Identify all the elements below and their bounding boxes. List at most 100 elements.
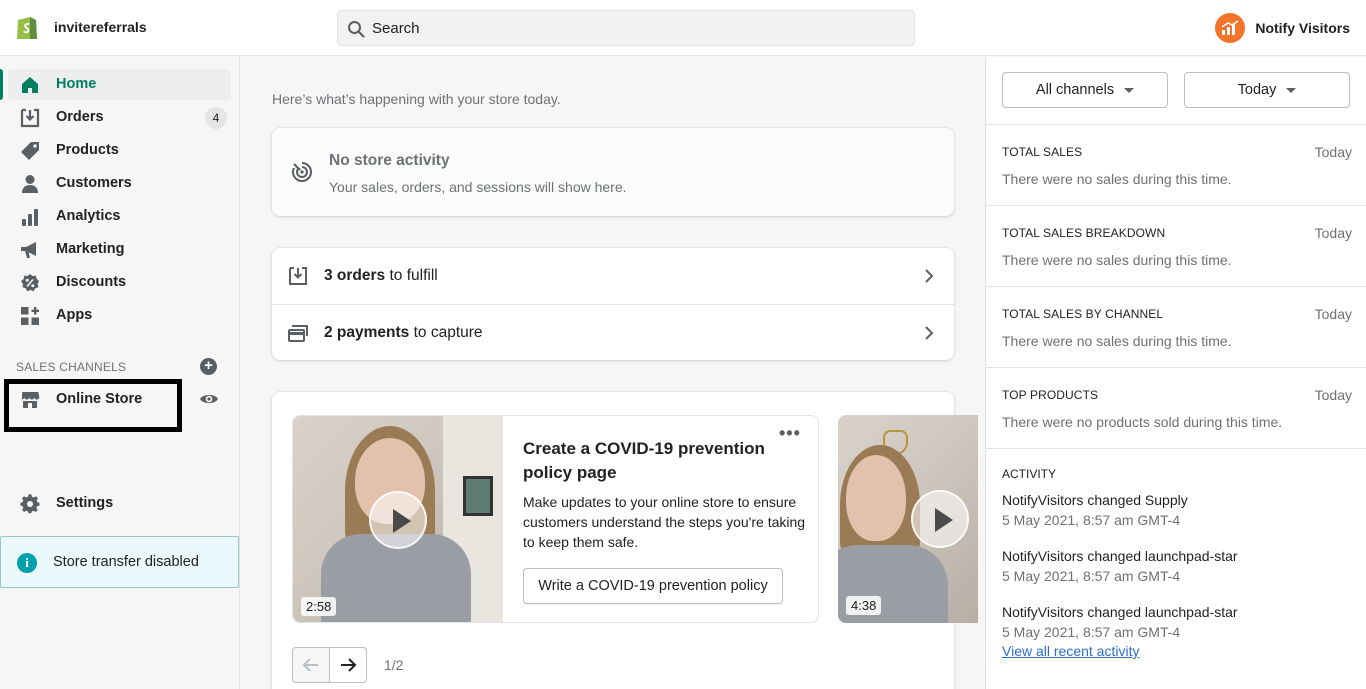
sidebar-item-label: Marketing [56,241,125,257]
stat-total-sales-by-channel[interactable]: TOTAL SALES BY CHANNEL Today There were … [986,286,1366,367]
sidebar-item-marketing[interactable]: Marketing [8,234,231,265]
caret-down-icon [1286,87,1297,93]
previous-slide-button[interactable] [292,647,330,683]
no-activity-subtitle: Your sales, orders, and sessions will sh… [329,179,627,195]
apps-icon [21,307,39,325]
activity-item: NotifyVisitors changed launchpad-star 5 … [1002,546,1238,586]
stat-title: TOTAL SALES [1002,145,1083,159]
chevron-right-icon [925,269,934,283]
discount-icon [21,274,39,292]
person-icon [22,175,38,193]
arrow-left-icon [302,658,318,672]
user-avatar [1215,13,1246,43]
info-icon: i [17,553,37,573]
video-description: Make updates to your online store to ens… [523,494,806,550]
sidebar-item-home[interactable]: Home [0,69,231,100]
activity-text: NotifyVisitors changed launchpad-star [1002,548,1238,564]
sidebar-item-analytics[interactable]: Analytics [8,201,231,232]
next-video-thumbnail[interactable]: 4:38 [838,415,978,623]
arrow-right-icon [341,658,357,672]
sidebar-item-label: Analytics [56,208,121,224]
stat-message: There were no sales during this time. [1002,333,1232,349]
activity-text: NotifyVisitors changed Supply [1002,492,1188,508]
sidebar-item-orders[interactable]: Orders 4 [8,102,231,133]
orders-count-badge: 4 [205,107,227,129]
stat-period: Today [1314,225,1352,241]
activity-time: 5 May 2021, 8:57 am GMT-4 [1002,624,1181,640]
stat-title: TOTAL SALES BREAKDOWN [1002,226,1166,240]
payments-to-capture-row[interactable]: 2 payments to capture [272,304,954,360]
gear-icon [20,494,40,514]
write-policy-button[interactable]: Write a COVID-19 prevention policy [523,568,783,604]
task-count: 2 payments [324,324,410,341]
sidebar-item-label: Orders [56,109,104,125]
search-bar[interactable] [337,10,915,46]
sidebar-item-apps[interactable]: Apps [8,300,231,331]
video-carousel-card: 2:58 Create a COVID-19 prevention policy… [272,392,978,689]
stat-period: Today [1314,306,1352,322]
activity-text: NotifyVisitors changed launchpad-star [1002,604,1238,620]
top-bar: invitereferrals Notify Visitors [0,0,1366,56]
channels-filter-label: All channels [1035,82,1115,98]
task-description: to fulfill [385,267,438,284]
sidebar-item-settings[interactable]: Settings [8,488,231,519]
sidebar-item-products[interactable]: Products [8,135,231,166]
date-filter-dropdown[interactable]: Today [1184,72,1350,108]
play-icon[interactable] [369,491,427,549]
stat-title: TOP PRODUCTS [1002,388,1099,402]
view-all-activity-link[interactable]: View all recent activity [1002,643,1139,659]
add-sales-channel-icon[interactable]: + [200,358,217,375]
sidebar-item-label: Settings [56,495,114,511]
channels-filter-dropdown[interactable]: All channels [1002,72,1168,108]
next-slide-button[interactable] [329,647,367,683]
video-slide: 2:58 Create a COVID-19 prevention policy… [292,415,819,623]
eye-icon[interactable] [199,390,219,408]
chevron-right-icon [925,326,934,340]
shop-name[interactable]: invitereferrals [54,19,147,35]
task-count: 3 orders [324,267,386,284]
stat-message: There were no sales during this time. [1002,252,1232,268]
video-thumbnail[interactable]: 2:58 [293,416,503,622]
sidebar-item-label: Customers [56,175,132,191]
stat-title: TOTAL SALES BY CHANNEL [1002,307,1164,321]
more-options-icon[interactable]: ••• [779,424,800,448]
sidebar-item-label: Discounts [56,274,127,290]
user-menu[interactable]: Notify Visitors [1215,13,1350,43]
bar-chart-icon [22,209,38,226]
stat-total-sales-breakdown[interactable]: TOTAL SALES BREAKDOWN Today There were n… [986,205,1366,286]
task-description: to capture [409,324,483,341]
sidebar-item-online-store[interactable]: Online Store [8,384,231,415]
stat-period: Today [1314,144,1352,160]
orders-to-fulfill-row[interactable]: 3 orders to fulfill [272,248,954,304]
search-input[interactable] [372,11,902,45]
sidebar-item-discounts[interactable]: Discounts [8,267,231,298]
activity-time: 5 May 2021, 8:57 am GMT-4 [1002,568,1181,584]
store-transfer-banner: i Store transfer disabled [0,536,239,588]
main-content: Here’s what’s happening with your store … [241,57,985,689]
sales-channels-heading: SALES CHANNELS [16,360,127,374]
sidebar-item-label: Apps [56,307,93,323]
video-duration: 4:38 [846,596,882,615]
tag-icon [21,142,39,160]
sidebar-item-customers[interactable]: Customers [8,168,231,199]
store-icon [21,392,40,408]
orders-icon [20,108,40,128]
chart-logo-icon [1221,20,1239,35]
caret-down-icon [1124,87,1135,93]
radar-icon [291,161,312,182]
stat-total-sales[interactable]: TOTAL SALES Today There were no sales du… [986,124,1366,205]
orders-icon [289,267,307,285]
store-activity-card: No store activity Your sales, orders, an… [272,128,954,216]
intro-text: Here’s what’s happening with your store … [272,91,561,107]
no-activity-title: No store activity [329,152,450,169]
shopify-logo-icon[interactable] [15,13,39,41]
video-title: Create a COVID-19 prevention policy page [523,439,765,482]
stat-top-products[interactable]: TOP PRODUCTS Today There were no product… [986,367,1366,448]
sidebar-item-label: Online Store [56,391,143,407]
task-text: 3 orders to fulfill [324,267,438,285]
payment-icon [288,325,308,342]
pager-count: 1/2 [384,657,404,673]
play-icon[interactable] [911,490,969,548]
video-duration: 2:58 [301,597,337,616]
store-transfer-label: Store transfer disabled [53,554,199,570]
